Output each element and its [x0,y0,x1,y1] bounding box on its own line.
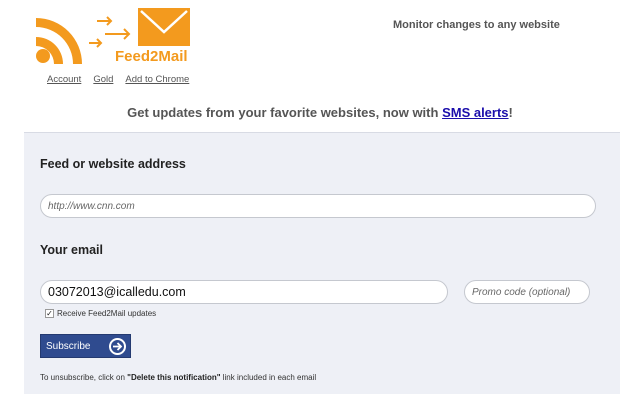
subscribe-button-label: Subscribe [46,340,91,352]
updates-checkbox[interactable]: ✓ [45,309,54,318]
logo-text: Feed2Mail [115,48,188,65]
sms-alerts-link[interactable]: SMS alerts [442,105,508,120]
rss-icon [36,18,82,64]
logo: Feed2Mail [34,8,194,68]
unsubscribe-note: To unsubscribe, click on "Delete this no… [40,373,316,382]
unsub-prefix: To unsubscribe, click on [40,373,128,382]
email-label: Your email [40,243,103,257]
tagline: Monitor changes to any website [393,19,560,31]
promo-code-input[interactable] [464,280,590,304]
updates-checkbox-row: ✓ Receive Feed2Mail updates [45,309,156,318]
headline-suffix: ! [508,105,513,120]
headline-prefix: Get updates from your favorite websites,… [127,105,443,120]
unsub-suffix: link included in each email [220,373,317,382]
arrow-right-icon [109,338,126,355]
email-input[interactable] [40,280,448,304]
feed-label: Feed or website address [40,157,186,171]
feed-url-input[interactable] [40,194,596,218]
headline: Get updates from your favorite websites,… [0,105,640,120]
envelope-icon [138,8,190,46]
nav-add-to-chrome-link[interactable]: Add to Chrome [125,74,189,85]
top-nav: Account Gold Add to Chrome [47,74,189,85]
unsub-bold: "Delete this notification" [127,373,221,382]
nav-account-link[interactable]: Account [47,74,81,85]
subscribe-button[interactable]: Subscribe [40,334,131,358]
subscribe-form-panel: Feed or website address Your email ✓ Rec… [24,132,620,394]
nav-gold-link[interactable]: Gold [93,74,113,85]
updates-checkbox-label: Receive Feed2Mail updates [57,309,157,318]
